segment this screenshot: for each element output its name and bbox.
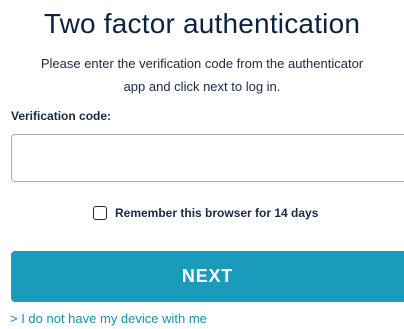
- remember-browser-label[interactable]: Remember this browser for 14 days: [115, 206, 318, 220]
- no-device-link[interactable]: > I do not have my device with me: [10, 311, 207, 326]
- next-button[interactable]: NEXT: [11, 251, 404, 302]
- verification-code-label: Verification code:: [11, 109, 112, 123]
- verification-code-input[interactable]: [11, 134, 404, 182]
- remember-browser-checkbox[interactable]: [93, 206, 107, 220]
- page-title: Two factor authentication: [43, 8, 361, 39]
- instructions-line-2: app and click next to log in.: [123, 79, 281, 94]
- instructions-line-1: Please enter the verification code from …: [40, 56, 364, 71]
- instructions-text: Please enter the verification code from …: [0, 52, 404, 98]
- remember-browser-option[interactable]: Remember this browser for 14 days: [93, 206, 318, 220]
- two-factor-page: Two factor authentication Please enter t…: [0, 0, 404, 329]
